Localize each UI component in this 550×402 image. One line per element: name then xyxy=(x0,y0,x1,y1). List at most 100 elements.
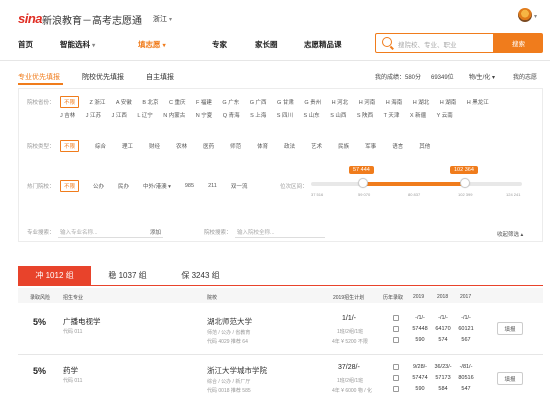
level-chip[interactable]: 不限 xyxy=(60,180,80,192)
tab-safe[interactable]: 保 3243 组 xyxy=(164,266,237,285)
province-chip[interactable]: G 贵州 xyxy=(304,98,321,106)
fill-button[interactable]: 填报 xyxy=(497,372,523,385)
province-chip[interactable]: S 山西 xyxy=(330,111,346,119)
level-chip[interactable]: 民办 xyxy=(118,182,129,190)
nav-fill[interactable]: 填志愿 ▾ xyxy=(138,39,166,50)
major-search-input[interactable]: 输入专业名称... xyxy=(60,228,98,236)
major-code: 代码 011 xyxy=(63,329,83,335)
tab-major-first[interactable]: 专业优先填报 xyxy=(18,72,60,82)
rank-slider-low-handle[interactable] xyxy=(358,178,368,188)
type-chip[interactable]: 农林 xyxy=(176,142,187,150)
province-chip[interactable]: L 辽宁 xyxy=(137,111,152,119)
slider-tick: 37 516 xyxy=(311,192,324,197)
nav-home[interactable]: 首页 xyxy=(18,39,33,50)
school-name[interactable]: 浙江大学城市学院 xyxy=(207,365,267,376)
my-volunteer-link[interactable]: 我的志愿 xyxy=(513,72,537,81)
school-search-input[interactable]: 输入院校全称... xyxy=(237,228,275,236)
type-chip[interactable]: 语言 xyxy=(392,142,403,150)
tab-match[interactable]: 稳 1037 组 xyxy=(91,266,164,285)
fill-button[interactable]: 填报 xyxy=(497,322,523,335)
collapse-filter-button[interactable]: 收起筛选 ▴ xyxy=(497,230,523,238)
province-chip[interactable]: Y 云南 xyxy=(437,111,453,119)
type-chip[interactable]: 艺术 xyxy=(311,142,322,150)
type-chip[interactable]: 不限 xyxy=(60,140,80,152)
province-chip[interactable]: F 福建 xyxy=(196,98,212,106)
type-chip[interactable]: 财经 xyxy=(149,142,160,150)
subjects-selector[interactable]: 物/生/化 ▾ xyxy=(469,72,495,81)
province-chip[interactable]: G 甘肃 xyxy=(277,98,294,106)
province-chip[interactable]: T 天津 xyxy=(384,111,400,119)
avatar[interactable] xyxy=(518,8,532,22)
nav-parents[interactable]: 家长圈 xyxy=(255,39,278,50)
province-chip[interactable]: H 河南 xyxy=(359,98,376,106)
province-chip[interactable]: G 广东 xyxy=(222,98,239,106)
province-chip[interactable]: J 江西 xyxy=(112,111,127,119)
rank-slider-high-handle[interactable] xyxy=(460,178,470,188)
slider-high-value: 102 364 xyxy=(450,166,478,174)
province-chip[interactable]: J 江苏 xyxy=(86,111,101,119)
region-selector[interactable]: 浙江 ▾ xyxy=(153,14,172,24)
province-label: 院校省份： xyxy=(27,100,55,106)
slider-tick: 59 070 xyxy=(358,192,371,197)
province-chip[interactable]: S 陕西 xyxy=(357,111,373,119)
th-history: 历年录取 xyxy=(383,295,404,301)
province-chip[interactable]: S 山东 xyxy=(303,111,319,119)
y2019-score: 590 xyxy=(415,386,425,392)
type-chip[interactable]: 民族 xyxy=(338,142,349,150)
province-chip[interactable]: B 北京 xyxy=(142,98,158,106)
major-name[interactable]: 广播电视学 xyxy=(63,316,101,327)
type-chip[interactable]: 医药 xyxy=(203,142,214,150)
school-name[interactable]: 湖北师范大学 xyxy=(207,316,252,327)
chevron-down-icon: ▾ xyxy=(168,17,172,23)
nav-courses[interactable]: 志愿精品课 xyxy=(304,39,342,50)
province-chip[interactable]: S 上海 xyxy=(250,111,266,119)
type-chip[interactable]: 综合 xyxy=(95,142,106,150)
avatar-chevron-icon[interactable]: ▾ xyxy=(534,13,537,20)
province-chip[interactable]: H 河北 xyxy=(332,98,349,106)
type-chip[interactable]: 体育 xyxy=(257,142,268,150)
nav-expert[interactable]: 专家 xyxy=(212,39,227,50)
province-chip[interactable]: G 广西 xyxy=(250,98,267,106)
level-chip[interactable]: 公办 xyxy=(93,182,104,190)
chevron-down-icon: ▾ xyxy=(92,43,96,49)
search-button[interactable]: 搜索 xyxy=(494,33,543,53)
province-chip[interactable]: N 宁夏 xyxy=(196,111,213,119)
tab-reach[interactable]: 冲 1012 组 xyxy=(18,266,91,285)
score-label: 我的成绩：580分 xyxy=(375,75,422,81)
level-row: 不限 公办 民办 中外/港澳 ▾ 985 211 双一流 xyxy=(60,180,300,192)
province-chip[interactable]: Z 浙江 xyxy=(90,98,106,106)
nav-smart-subject[interactable]: 智能选科 ▾ xyxy=(60,39,95,50)
province-chip[interactable]: H 湖北 xyxy=(413,98,430,106)
level-chip[interactable]: 双一流 xyxy=(231,182,248,190)
level-chip[interactable]: 中外/港澳 ▾ xyxy=(143,182,171,190)
y2019-rank: 57474 xyxy=(412,375,428,381)
add-button[interactable]: 添加 xyxy=(150,228,161,236)
level-chip[interactable]: 211 xyxy=(208,183,217,189)
major-name[interactable]: 药学 xyxy=(63,365,78,376)
province-chip[interactable]: C 重庆 xyxy=(169,98,186,106)
level-chip[interactable]: 985 xyxy=(185,183,194,189)
province-chip[interactable]: X 新疆 xyxy=(410,111,426,119)
province-chip[interactable]: Q 青海 xyxy=(223,111,240,119)
province-chip[interactable]: H 黑龙江 xyxy=(467,98,489,106)
type-chip[interactable]: 理工 xyxy=(122,142,133,150)
type-chip[interactable]: 师范 xyxy=(230,142,241,150)
province-chip[interactable]: J 吉林 xyxy=(60,111,75,119)
y2018-score: 574 xyxy=(438,337,448,343)
province-chip[interactable]: 不限 xyxy=(60,96,80,108)
province-chip[interactable]: N 内蒙古 xyxy=(163,111,185,119)
y2017-rank: 80516 xyxy=(458,375,474,381)
province-chip[interactable]: H 湖南 xyxy=(440,98,457,106)
slider-low-value: 57 444 xyxy=(349,166,374,174)
level-label: 热门院校： xyxy=(27,184,55,190)
type-chip[interactable]: 其他 xyxy=(419,142,430,150)
tab-free[interactable]: 自主填报 xyxy=(146,72,174,82)
province-chip[interactable]: A 安徽 xyxy=(116,98,132,106)
province-chip[interactable]: S 四川 xyxy=(277,111,293,119)
plan-fee: 4年 ¥ 5200 不限 xyxy=(332,339,368,345)
tab-school-first[interactable]: 院校优先填报 xyxy=(82,72,124,82)
province-chip[interactable]: H 海南 xyxy=(386,98,403,106)
type-chip[interactable]: 军事 xyxy=(365,142,376,150)
type-chip[interactable]: 政法 xyxy=(284,142,295,150)
sina-logo[interactable]: sina xyxy=(18,11,43,26)
